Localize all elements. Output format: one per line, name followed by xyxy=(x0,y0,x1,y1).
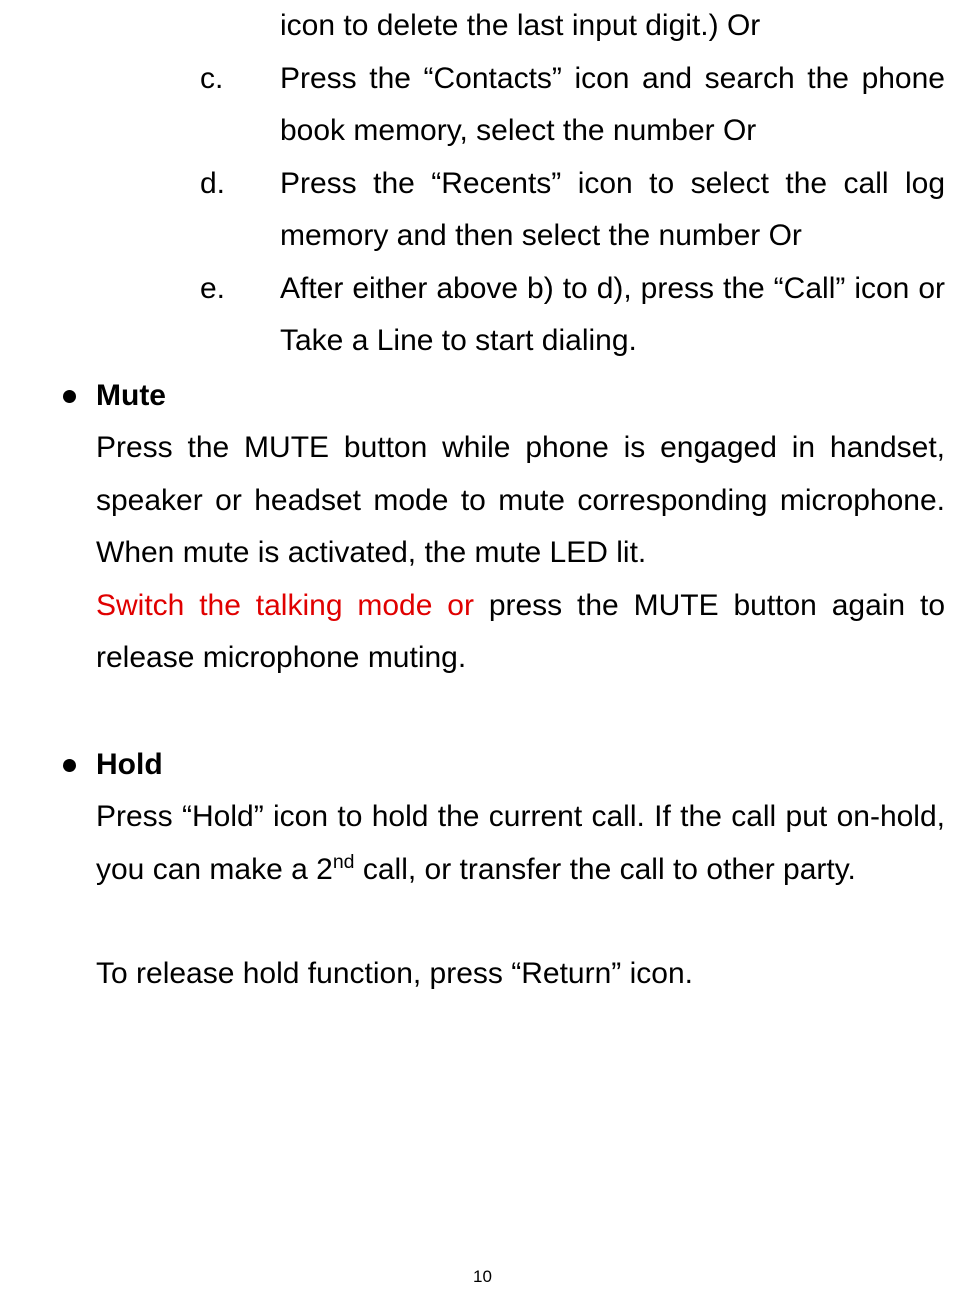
red-text: Switch the talking mode or xyxy=(96,589,489,622)
list-marker: e. xyxy=(200,263,280,368)
mute-paragraph-2: Switch the talking mode or press the MUT… xyxy=(96,580,945,685)
mute-paragraph-1: Press the MUTE button while phone is eng… xyxy=(96,422,945,580)
list-body: After either above b) to d), press the “… xyxy=(280,263,945,368)
list-item-c: c. Press the “Contacts” icon and search … xyxy=(200,53,945,158)
list-item-d: d. Press the “Recents” icon to select th… xyxy=(200,158,945,263)
superscript-nd: nd xyxy=(333,851,355,873)
hold-paragraph-2: To release hold function, press “Return”… xyxy=(96,948,945,1001)
bullet-icon xyxy=(63,390,76,403)
mute-section: Mute Press the MUTE button while phone i… xyxy=(20,370,945,685)
mute-heading: Mute xyxy=(96,370,166,423)
page-number: 10 xyxy=(0,1262,965,1292)
list-marker: d. xyxy=(200,158,280,263)
hold-paragraph-1: Press “Hold” icon to hold the current ca… xyxy=(96,791,945,896)
list-marker: c. xyxy=(200,53,280,158)
hold-heading: Hold xyxy=(96,739,163,792)
bullet-icon xyxy=(63,759,76,772)
continuation-line: icon to delete the last input digit.) Or xyxy=(280,0,945,53)
list-body: Press the “Contacts” icon and search the… xyxy=(280,53,945,158)
list-item-e: e. After either above b) to d), press th… xyxy=(200,263,945,368)
list-body: Press the “Recents” icon to select the c… xyxy=(280,158,945,263)
hold-section: Hold Press “Hold” icon to hold the curre… xyxy=(20,739,945,1001)
